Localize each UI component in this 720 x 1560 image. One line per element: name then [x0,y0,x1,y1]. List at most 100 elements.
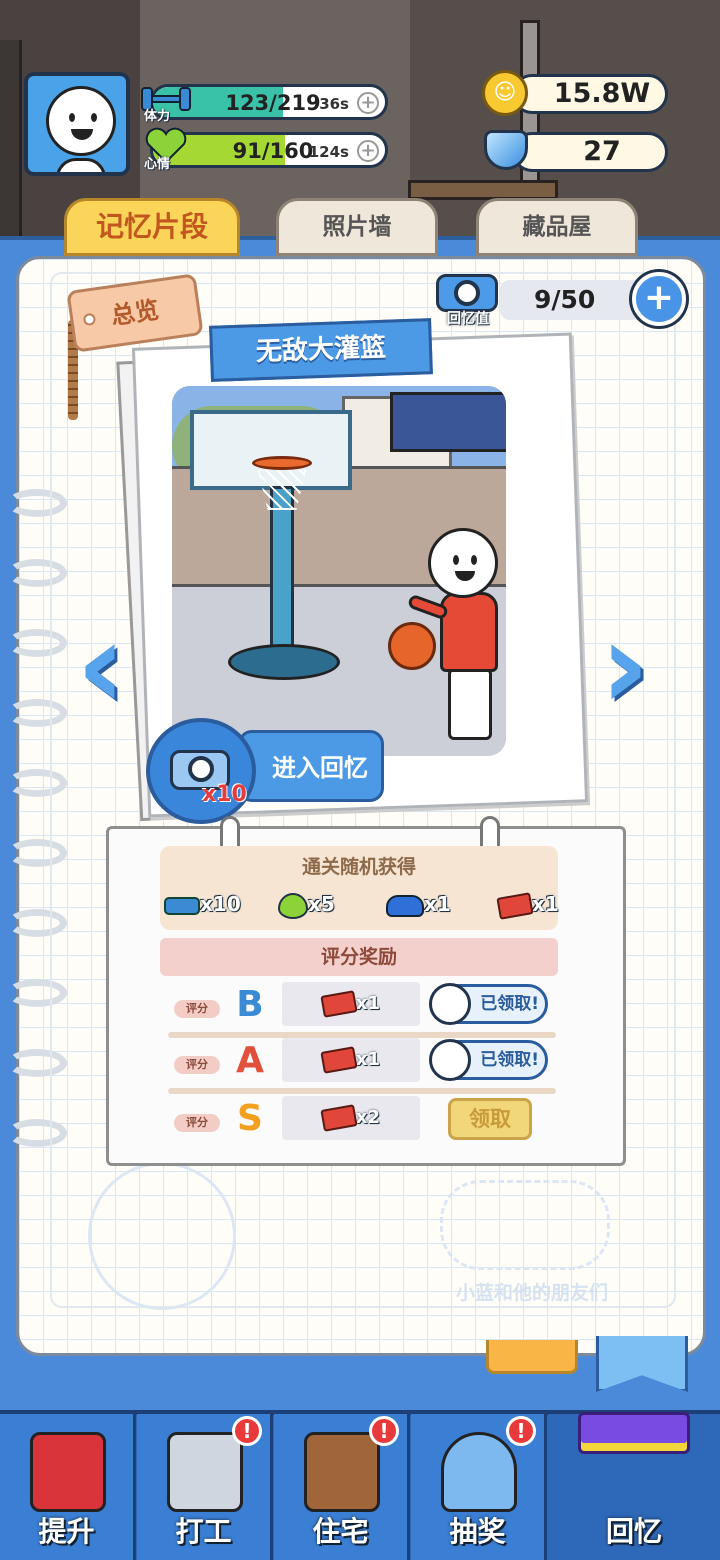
overview-tag-label: 总览 [109,295,161,331]
toy-car-icon [386,894,424,917]
reward-count: x1 [355,993,381,1014]
tab-memory-fragments[interactable]: 记忆片段 [64,198,240,256]
score-tag: 评分 [174,1114,220,1132]
gem-counter[interactable]: 27 [512,132,668,172]
alert-badge-icon: ! [232,1416,262,1446]
watermark-friends [440,1180,610,1270]
character-shirt [440,592,498,672]
smiley-icon [429,1039,471,1081]
claimed-badge: 已领取! [429,1039,548,1081]
nav-label: 打工 [175,1515,232,1548]
dumbbell-icon [164,896,200,915]
stamina-label: 体力 [144,109,171,124]
score-row-b: 评分 B x1 已领取! [168,982,556,1038]
drop-item-heart: x5 [278,884,335,924]
reward-slot: x1 [282,982,420,1026]
claimed-badge: 已领取! [429,983,548,1025]
house-icon [304,1432,380,1512]
nav-label: 回忆 [605,1515,662,1548]
bookmark-orange [486,1340,578,1374]
robot-icon [167,1432,243,1512]
character-head [428,528,498,598]
player-avatar[interactable] [24,72,130,176]
nav-label: 提升 [38,1515,95,1548]
brick-icon [320,1104,358,1132]
drop-item-brick: x1 [496,884,559,924]
drop-count: x1 [532,892,559,916]
watermark-text: 小蓝和他的朋友们 [455,1282,608,1304]
nav-home[interactable]: ! 住宅 [274,1414,410,1560]
drop-item-toy-car: x1 [386,884,451,924]
scene-roof [390,392,506,452]
camera-lens [188,756,214,782]
score-row-a: 评分 A x1 已领取! [168,1038,556,1094]
mood-timer: 124s [308,143,349,161]
brick-icon [320,990,358,1018]
scene-hoop-base [228,644,340,680]
memory-book-icon [578,1412,690,1454]
avatar-face [46,86,116,156]
score-row-s: 评分 S x2 领取 [168,1096,556,1146]
basketball-icon [388,622,436,670]
nav-work[interactable]: ! 打工 [137,1414,273,1560]
drop-count: x10 [200,892,241,916]
score-reward-title: 评分奖励 [160,938,558,976]
add-memory-points-button[interactable]: + [632,272,686,326]
enter-memory-button[interactable]: 进入回忆 [238,730,384,802]
nav-lottery[interactable]: ! 抽奖 [411,1414,547,1560]
camera-icon: 回忆值 [436,264,498,327]
alert-badge-icon: ! [369,1416,399,1446]
grade-b: B [236,984,264,1025]
memory-points-label: 回忆值 [447,311,489,327]
camera-lens [454,280,480,306]
coin-icon: ☺ [482,70,528,116]
reward-count: x2 [355,1107,381,1128]
memory-photo [172,386,506,756]
next-arrow-icon[interactable]: › [590,607,660,732]
heart-icon: 心情 [140,126,192,172]
claimed-label: 已领取! [480,1050,539,1070]
tab-photo-wall[interactable]: 照片墙 [276,198,438,256]
stamina-timer: 36s [319,95,349,113]
memory-title: 无敌大灌篮 [209,318,433,382]
memory-points-counter: 9/50 [500,280,650,320]
brick-icon [496,891,534,920]
drop-count: x5 [308,892,335,916]
claim-button[interactable]: 领取 [448,1098,532,1140]
shelf [408,180,558,200]
previous-arrow-icon[interactable]: ‹ [66,607,136,732]
grade-a: A [236,1040,264,1081]
watermark-face [88,1162,236,1310]
pipe [0,40,22,240]
enter-camera-icon[interactable]: x10 [146,718,256,824]
dumbbell-icon: 体力 [140,78,192,124]
row-divider [168,1088,556,1094]
gacha-machine-icon [441,1432,517,1512]
coin-counter[interactable]: 15.8W [512,74,668,114]
reward-slot: x2 [282,1096,420,1140]
smiley-icon [429,983,471,1025]
nav-label: 抽奖 [449,1515,506,1548]
nav-label: 住宅 [312,1515,369,1548]
alert-badge-icon: ! [506,1416,536,1446]
score-tag: 评分 [174,1000,220,1018]
heart-icon [278,892,308,919]
mood-label: 心情 [144,157,171,172]
nav-upgrade[interactable]: 提升 [0,1414,136,1560]
grade-s: S [237,1098,263,1139]
brick-icon [320,1046,358,1074]
stamina-plus-icon[interactable]: + [357,92,379,114]
tab-collection-room[interactable]: 藏品屋 [476,198,638,256]
reward-slot: x1 [282,1038,420,1082]
score-tag: 评分 [174,1056,220,1074]
reward-count: x1 [355,1049,381,1070]
scene-hoop-rim [252,456,312,470]
mood-plus-icon[interactable]: + [357,140,379,162]
avatar-body [56,158,106,172]
drop-count: x1 [424,892,451,916]
enter-cost: x10 [202,782,247,807]
tag-hole [82,312,97,327]
drop-item-dumbbell: x10 [164,884,241,924]
clear-drops-title: 通关随机获得 [301,856,416,878]
character-legs [448,668,492,740]
